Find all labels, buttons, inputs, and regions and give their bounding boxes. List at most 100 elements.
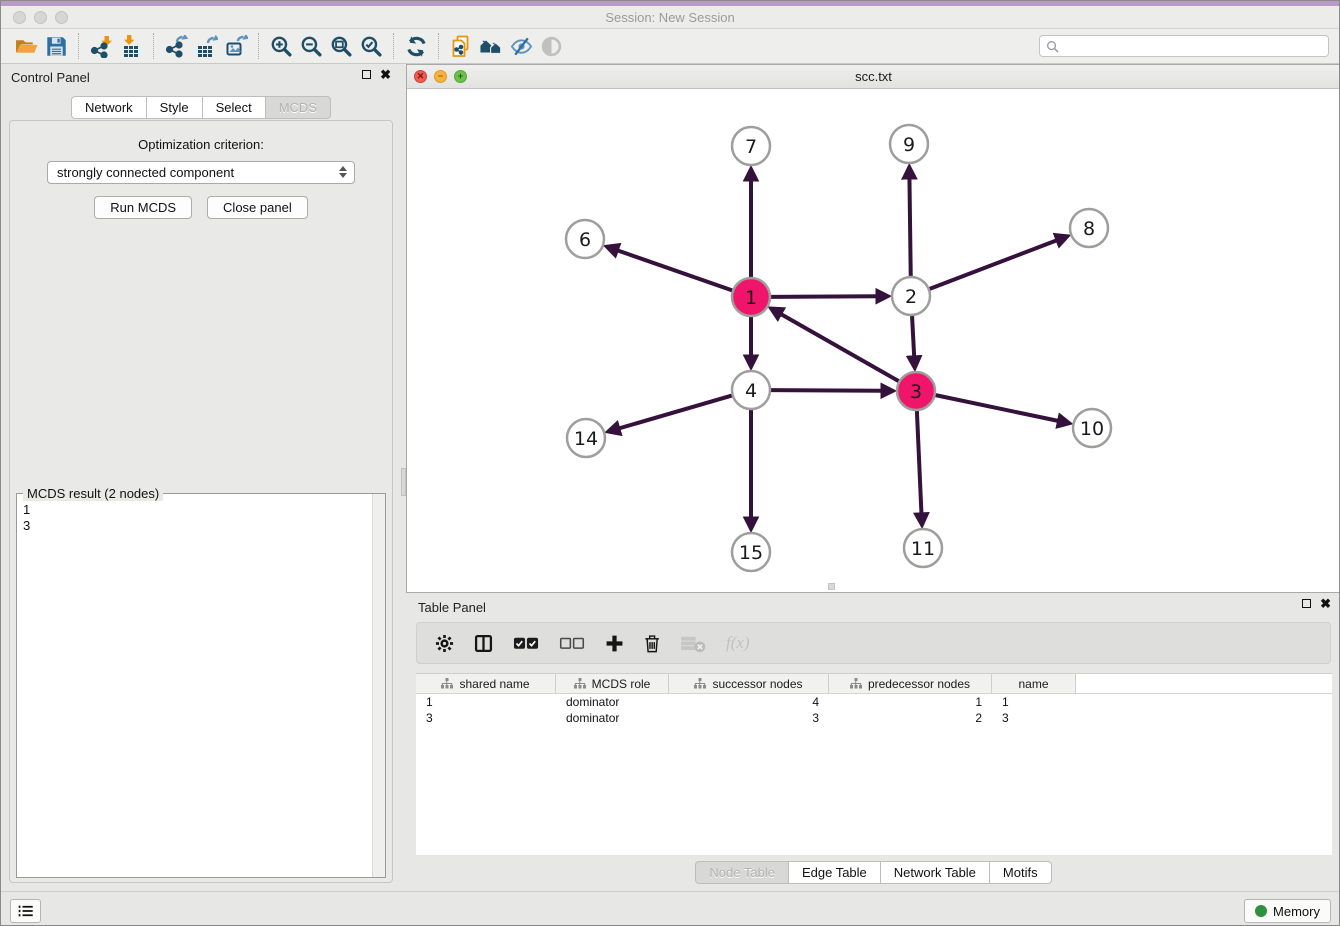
toolbar-separator — [393, 33, 394, 59]
close-table-panel-icon[interactable]: ✖ — [1320, 599, 1331, 608]
cell-name[interactable]: 1 — [992, 694, 1076, 710]
edge-1-6[interactable] — [617, 250, 732, 290]
edge-3-10[interactable] — [936, 395, 1059, 421]
tab-network[interactable]: Network — [71, 96, 146, 119]
tab-edge-table[interactable]: Edge Table — [788, 861, 880, 884]
run-mcds-button[interactable]: Run MCDS — [94, 196, 192, 219]
column-type-icon — [574, 678, 586, 689]
float-panel-icon[interactable] — [362, 70, 371, 79]
export-network-icon[interactable] — [161, 32, 191, 60]
mcds-result-scrollbar[interactable] — [372, 494, 385, 877]
graph-node-2[interactable]: 2 — [892, 277, 930, 315]
node-table: shared name MCDS role successor nodesprede… — [416, 673, 1332, 855]
graph-node-7[interactable]: 7 — [732, 127, 770, 165]
cell-shared-name[interactable]: 3 — [416, 710, 556, 726]
mcds-result-text[interactable]: 1 3 — [17, 498, 372, 877]
network-window: ✕ − + scc.txt 7 9 6 8 1 2 4 3 14 10 15 11 — [406, 64, 1340, 593]
zoom-selected-icon[interactable] — [356, 32, 386, 60]
network-window-titlebar[interactable]: ✕ − + scc.txt — [407, 65, 1340, 89]
cell-MCDS-role[interactable]: dominator — [556, 710, 669, 726]
toolbar-separator — [153, 33, 154, 59]
cell-successor-nodes[interactable]: 3 — [669, 710, 829, 726]
delete-column-icon[interactable] — [644, 631, 660, 655]
optimization-criterion-label: Optimization criterion: — [10, 137, 392, 152]
cell-predecessor-nodes[interactable]: 2 — [829, 710, 992, 726]
task-history-button[interactable] — [10, 899, 41, 923]
export-table-icon[interactable] — [191, 32, 221, 60]
edge-2-9[interactable] — [909, 178, 910, 276]
search-input[interactable] — [1059, 39, 1322, 53]
zoom-fit-icon[interactable] — [326, 32, 356, 60]
graph-node-11[interactable]: 11 — [904, 529, 942, 567]
table-row-2[interactable]: 3dominator323 — [416, 710, 1332, 726]
cell-MCDS-role[interactable]: dominator — [556, 694, 669, 710]
control-panel: Control Panel ✖ NetworkStyleSelectMCDS O… — [1, 64, 401, 891]
graph-node-15[interactable]: 15 — [732, 533, 770, 571]
cell-shared-name[interactable]: 1 — [416, 694, 556, 710]
network-canvas[interactable]: 7 9 6 8 1 2 4 3 14 10 15 11 — [407, 89, 1340, 592]
save-session-icon[interactable] — [41, 32, 71, 60]
graph-node-4[interactable]: 4 — [732, 371, 770, 409]
tab-node-table[interactable]: Node Table — [695, 861, 788, 884]
tab-network-table[interactable]: Network Table — [880, 861, 989, 884]
node-label-7: 7 — [745, 136, 757, 158]
tab-motifs[interactable]: Motifs — [989, 861, 1052, 884]
edge-1-2[interactable] — [771, 296, 877, 297]
open-file-icon[interactable] — [11, 32, 41, 60]
deselect-all-rows-icon[interactable] — [559, 631, 585, 655]
float-table-panel-icon[interactable] — [1302, 599, 1311, 608]
cell-predecessor-nodes[interactable]: 1 — [829, 694, 992, 710]
graph-node-9[interactable]: 9 — [890, 125, 928, 163]
close-panel-button[interactable]: Close panel — [207, 196, 308, 219]
column-header-predecessor-nodes[interactable]: predecessor nodes — [829, 674, 992, 693]
edge-3-11[interactable] — [917, 411, 922, 514]
column-header-name[interactable]: name — [992, 674, 1076, 693]
refresh-layout-icon[interactable] — [401, 32, 431, 60]
edge-4-3[interactable] — [771, 390, 882, 391]
edge-2-8[interactable] — [930, 240, 1058, 289]
clone-network-icon[interactable] — [446, 32, 476, 60]
column-header-shared-name[interactable]: shared name — [416, 674, 556, 693]
column-label: MCDS role — [592, 677, 651, 691]
canvas-resize-grip[interactable] — [828, 583, 835, 590]
graph-node-1[interactable]: 1 — [732, 278, 770, 316]
edge-4-14[interactable] — [619, 396, 732, 429]
close-panel-icon[interactable]: ✖ — [380, 70, 391, 79]
column-header-successor-nodes[interactable]: successor nodes — [669, 674, 829, 693]
criterion-dropdown[interactable]: strongly connected component — [47, 161, 355, 184]
search-box[interactable] — [1039, 35, 1329, 57]
tab-select[interactable]: Select — [202, 96, 265, 119]
edge-3-1[interactable] — [781, 314, 899, 381]
cell-successor-nodes[interactable]: 4 — [669, 694, 829, 710]
show-columns-icon[interactable] — [474, 631, 493, 655]
add-column-icon[interactable] — [605, 631, 624, 655]
node-label-2: 2 — [905, 286, 917, 308]
memory-label: Memory — [1273, 904, 1320, 919]
cell-name[interactable]: 3 — [992, 710, 1076, 726]
network-window-title: scc.txt — [407, 69, 1340, 84]
table-row-1[interactable]: 1dominator411 — [416, 694, 1332, 710]
node-label-15: 15 — [739, 542, 763, 564]
tab-mcds[interactable]: MCDS — [265, 96, 331, 119]
graph-node-14[interactable]: 14 — [567, 419, 605, 457]
memory-button[interactable]: Memory — [1244, 899, 1331, 923]
dropdown-stepper-icon — [339, 166, 347, 178]
import-network-icon[interactable] — [86, 32, 116, 60]
select-all-rows-icon[interactable] — [513, 631, 539, 655]
zoom-out-icon[interactable] — [296, 32, 326, 60]
graph-node-3[interactable]: 3 — [897, 372, 935, 410]
hide-selected-icon[interactable] — [506, 32, 536, 60]
table-settings-icon[interactable] — [435, 631, 454, 655]
column-header-MCDS-role[interactable]: MCDS role — [556, 674, 669, 693]
graph-node-8[interactable]: 8 — [1070, 209, 1108, 247]
export-image-icon[interactable] — [221, 32, 251, 60]
graph-node-6[interactable]: 6 — [566, 220, 604, 258]
first-neighbors-icon[interactable] — [476, 32, 506, 60]
edge-2-3[interactable] — [912, 316, 914, 357]
import-table-icon[interactable] — [116, 32, 146, 60]
tab-style[interactable]: Style — [146, 96, 202, 119]
graph-node-10[interactable]: 10 — [1073, 409, 1111, 447]
node-label-3: 3 — [910, 381, 922, 403]
zoom-in-icon[interactable] — [266, 32, 296, 60]
node-label-10: 10 — [1080, 418, 1104, 440]
